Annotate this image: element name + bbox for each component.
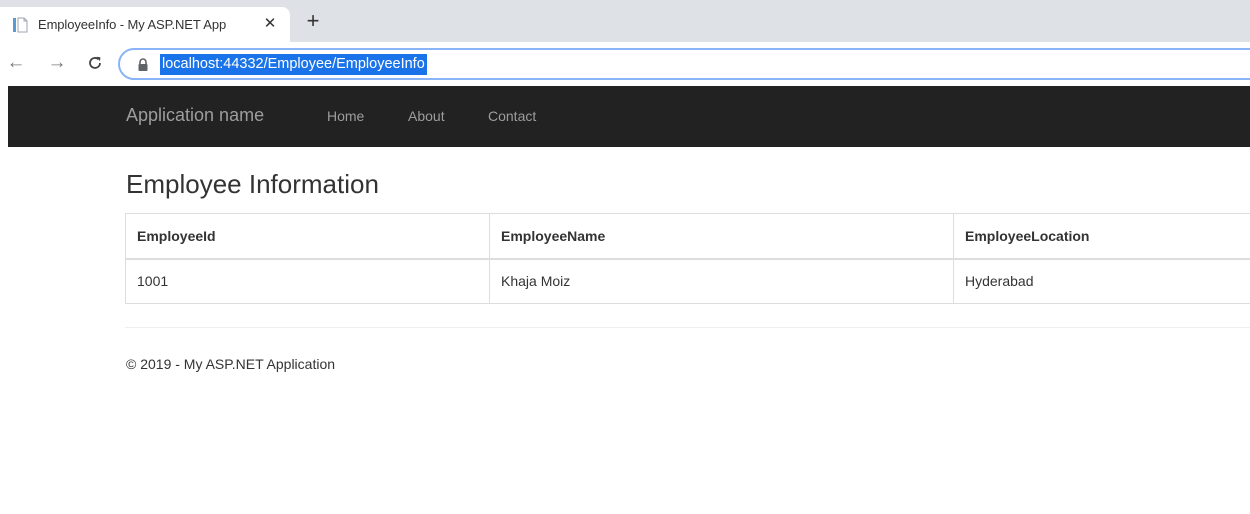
employee-table: EmployeeId EmployeeName EmployeeLocation… (125, 213, 1250, 304)
column-header-employee-name: EmployeeName (489, 213, 954, 260)
lock-icon (138, 58, 148, 71)
site-navbar: Application name Home About Contact (8, 86, 1250, 147)
browser-toolbar: ← → localhost:44332/Employee/EmployeeInf… (0, 42, 1250, 86)
brand-link[interactable]: Application name (126, 105, 264, 126)
table-header-row: EmployeeId EmployeeName EmployeeLocation (125, 213, 1250, 260)
reload-icon[interactable] (84, 52, 106, 74)
page-title: Employee Information (126, 169, 379, 199)
url-text[interactable]: localhost:44332/Employee/EmployeeInfo (160, 54, 427, 75)
browser-tab-strip: EmployeeInfo - My ASP.NET App ✕ + (0, 0, 1250, 42)
address-bar[interactable]: localhost:44332/Employee/EmployeeInfo (118, 48, 1250, 80)
cell-employee-location: Hyderabad (953, 258, 1250, 304)
reload-arrow-icon (89, 56, 101, 69)
nav-link-about[interactable]: About (408, 108, 445, 124)
browser-tab[interactable]: EmployeeInfo - My ASP.NET App ✕ (0, 7, 290, 42)
footer-copyright: © 2019 - My ASP.NET Application (126, 356, 336, 372)
column-header-employee-location: EmployeeLocation (953, 213, 1250, 260)
nav-link-contact[interactable]: Contact (488, 108, 536, 124)
close-icon[interactable]: ✕ (262, 16, 278, 32)
nav-link-home[interactable]: Home (327, 108, 364, 124)
new-tab-button[interactable]: + (302, 10, 324, 33)
forward-icon[interactable]: → (46, 52, 68, 74)
footer-divider (125, 327, 1250, 328)
column-header-employee-id: EmployeeId (125, 213, 490, 260)
table-row: 1001 Khaja Moiz Hyderabad (125, 258, 1250, 304)
back-icon[interactable]: ← (5, 52, 27, 74)
cell-employee-id: 1001 (125, 258, 490, 304)
cell-employee-name: Khaja Moiz (489, 258, 954, 304)
tab-title: EmployeeInfo - My ASP.NET App (38, 17, 227, 32)
page-icon (13, 17, 28, 33)
